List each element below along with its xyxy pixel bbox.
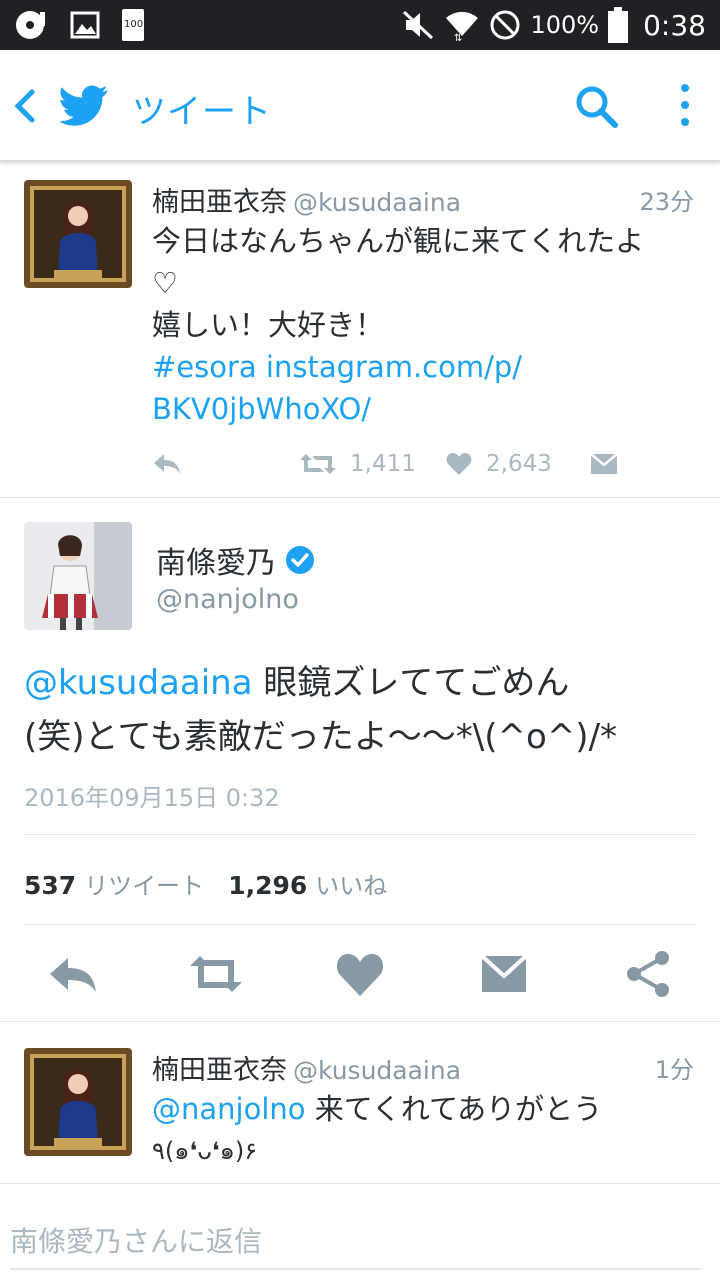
reply-button[interactable] (152, 446, 182, 482)
twitter-bird-icon (60, 85, 108, 126)
like-button[interactable]: 2,643 (446, 446, 552, 482)
avatar[interactable] (24, 1048, 132, 1156)
envelope-icon (590, 453, 618, 474)
user-name[interactable]: 楠田亜衣奈 (152, 1055, 287, 1086)
tweet-detail: 南條愛乃 @nanjolno @kusudaaina 眼鏡ズレててごめん (笑)… (0, 500, 720, 1022)
tweet-line: 嬉しい！大好き！ (152, 308, 385, 342)
like-stat[interactable]: 1,296 いいね (228, 866, 387, 901)
battery-percent: 100% (530, 11, 600, 39)
mention-link[interactable]: @kusudaaina (24, 663, 253, 703)
tweet-item[interactable]: 楠田亜衣奈 @kusudaaina 23分 今日はなんちゃんが観に来てくれたよ ♡… (0, 164, 720, 498)
envelope-icon[interactable] (476, 946, 532, 1002)
vibrate-off-icon (403, 10, 434, 40)
tweet-line: ٩(๑❛ᴗ❛๑)۶ (152, 1137, 258, 1165)
reply-icon[interactable] (46, 946, 102, 1002)
retweet-stat[interactable]: 537 リツイート (24, 866, 204, 901)
tweet-line: ♡ (152, 266, 178, 300)
tweet-line: (笑)とても素敵だったよ〜〜*\(^o^)/* (24, 717, 618, 757)
wifi-icon: ⇅ (446, 11, 479, 42)
tweet-timestamp: 2016年09月15日 0:32 (24, 784, 280, 812)
divider (24, 834, 696, 835)
mention-link[interactable]: @nanjolno (152, 1092, 306, 1126)
tweet-text: 今日はなんちゃんが観に来てくれたよ ♡ 嬉しい！大好き！ #esora inst… (152, 220, 692, 430)
reply-input[interactable] (10, 1214, 700, 1270)
retweet-icon (300, 454, 336, 474)
reply-bar (0, 1186, 720, 1280)
battery-icon (608, 7, 629, 43)
status-bar: 100 ⇅ 100% 0:38 (0, 0, 720, 50)
tweet-stats: 537 リツイート 1,296 いいね (24, 866, 387, 901)
battery-saver-label: 100 (124, 19, 144, 30)
retweet-count: 1,411 (350, 451, 416, 477)
retweet-icon[interactable] (188, 946, 244, 1002)
user-handle[interactable]: @kusudaaina (293, 188, 461, 217)
user-handle[interactable]: @kusudaaina (293, 1056, 461, 1085)
user-name[interactable]: 楠田亜衣奈 (152, 187, 287, 218)
battery-saver-icon: 100 (122, 9, 144, 41)
hashtag-link[interactable]: #esora (152, 350, 257, 384)
tweet-line: 今日はなんちゃんが観に来てくれたよ (152, 224, 645, 258)
avatar[interactable] (24, 522, 132, 630)
reply-icon (154, 454, 180, 474)
tweet-line: 眼鏡ズレててごめん (252, 663, 570, 703)
tweet-line: 来てくれてありがとう (305, 1092, 603, 1126)
divider (24, 924, 696, 925)
like-label: いいね (315, 872, 388, 900)
url-link[interactable]: BKV0jbWhoXO/ (152, 392, 371, 426)
user-name[interactable]: 南條愛乃 (156, 538, 276, 582)
retweet-count: 537 (24, 871, 77, 900)
user-handle[interactable]: @nanjolno (156, 584, 299, 615)
tweet-header: 楠田亜衣奈 @kusudaaina (152, 1048, 461, 1087)
verified-badge-icon (286, 546, 314, 574)
tweet-item[interactable]: 楠田亜衣奈 @kusudaaina 1分 @nanjolno 来てくれてありがとう… (0, 1024, 720, 1184)
tweet-header: 楠田亜衣奈 @kusudaaina (152, 180, 461, 219)
heart-icon[interactable] (332, 946, 388, 1002)
retweet-label: リツイート (84, 872, 205, 900)
tweet-actions: 1,411 2,643 (152, 446, 652, 482)
heart-icon (446, 453, 472, 475)
tweet-time: 23分 (639, 188, 694, 216)
like-count: 1,296 (228, 871, 308, 900)
svg-text:⇅: ⇅ (454, 33, 462, 42)
overflow-menu-icon[interactable] (672, 80, 698, 130)
like-count: 2,643 (486, 451, 552, 477)
url-link[interactable]: instagram.com/p/ (257, 350, 522, 384)
tweet-actions (0, 946, 720, 1002)
user-name-row: 南條愛乃 (156, 538, 316, 582)
share-icon[interactable] (620, 946, 676, 1002)
avatar[interactable] (24, 180, 132, 288)
retweet-button[interactable]: 1,411 (300, 446, 416, 482)
message-button[interactable] (590, 446, 618, 482)
do-not-disturb-icon (490, 10, 520, 40)
search-icon[interactable] (574, 84, 618, 128)
app-bar: ツイート (0, 50, 720, 162)
clock: 0:38 (643, 8, 706, 42)
page-title: ツイート (132, 92, 272, 132)
music-disc-icon (16, 11, 45, 39)
back-arrow-icon[interactable] (10, 86, 40, 126)
image-icon (70, 11, 100, 39)
tweet-time: 1分 (654, 1056, 694, 1084)
tweet-text: @nanjolno 来てくれてありがとう ٩(๑❛ᴗ❛๑)۶ (152, 1088, 692, 1172)
tweet-text: @kusudaaina 眼鏡ズレててごめん (笑)とても素敵だったよ〜〜*\(^… (24, 656, 704, 764)
